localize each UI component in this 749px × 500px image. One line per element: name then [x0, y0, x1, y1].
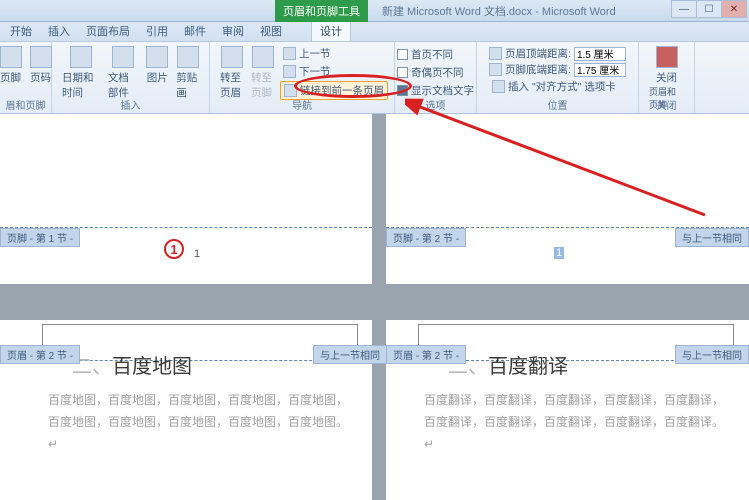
section-tag-header-left: 页眉 - 第 2 节 - — [0, 345, 80, 364]
quick-parts-button[interactable]: 文档部件 — [104, 44, 142, 102]
header-distance-input[interactable] — [574, 47, 626, 61]
group-close-label: 关闭 — [639, 97, 694, 112]
tab-home[interactable]: 开始 — [2, 21, 40, 41]
document-title: 新建 Microsoft Word 文档.docx - Microsoft Wo… — [382, 3, 616, 19]
minimize-button[interactable]: — — [671, 0, 697, 18]
parts-icon — [112, 46, 134, 68]
ribbon-tabs: 开始 插入 页面布局 引用 邮件 审阅 视图 设计 — [0, 22, 749, 42]
tab-page-layout[interactable]: 页面布局 — [78, 21, 138, 41]
section-tag-header-right: 页眉 - 第 2 节 - — [386, 345, 466, 364]
tab-insert[interactable]: 插入 — [40, 21, 78, 41]
footer-button[interactable]: 页脚 — [0, 44, 26, 87]
page-number-button[interactable]: 页码 — [26, 44, 56, 87]
group-options-label: 选项 — [395, 97, 476, 112]
page-number-1: 1 — [194, 248, 200, 260]
group-position-label: 位置 — [477, 97, 638, 112]
calendar-icon — [70, 46, 92, 68]
clipart-icon — [177, 46, 199, 68]
ruler-top-icon — [489, 47, 502, 60]
goto-header-button[interactable]: 转至页眉 — [216, 44, 247, 102]
ribbon: 页脚 页码 眉和页脚 日期和时间 文档部件 图片 — [0, 42, 749, 114]
link-icon — [284, 84, 297, 97]
maximize-button[interactable]: ☐ — [696, 0, 722, 18]
ruler-bottom-icon — [489, 63, 502, 76]
same-as-previous-tag-left: 与上一节相同 — [313, 345, 387, 364]
section-tag-footer-2: 页脚 - 第 2 节 - — [386, 228, 466, 247]
close-window-button[interactable]: ✕ — [721, 0, 747, 18]
same-as-previous-tag-right: 与上一节相同 — [675, 345, 749, 364]
insert-alignment-tab-button[interactable]: 插入 "对齐方式" 选项卡 — [489, 78, 619, 95]
tab-mailings[interactable]: 邮件 — [176, 21, 214, 41]
group-header-footer-label: 眉和页脚 — [0, 97, 51, 112]
body-text-right: 百度翻译，百度翻译，百度翻译，百度翻译，百度翻译，百度翻译，百度翻译，百度翻译，… — [424, 389, 724, 455]
footer-icon — [0, 46, 22, 68]
page-number-2[interactable]: 1 — [554, 247, 564, 259]
picture-button[interactable]: 图片 — [142, 44, 172, 102]
annotation-step-1: 1 — [164, 239, 184, 259]
tab-view[interactable]: 视图 — [252, 21, 290, 41]
goto-footer-button[interactable]: 转至页脚 — [247, 44, 278, 102]
context-tools-tab[interactable]: 页眉和页脚工具 — [275, 0, 368, 22]
picture-icon — [146, 46, 168, 68]
arrow-up-icon — [283, 47, 296, 60]
tab-icon — [492, 80, 505, 93]
tab-references[interactable]: 引用 — [138, 21, 176, 41]
close-icon — [656, 46, 678, 68]
goto-footer-icon — [252, 46, 274, 68]
page-number-icon — [30, 46, 52, 68]
same-as-previous-tag-1: 与上一节相同 — [675, 228, 749, 247]
different-first-page-checkbox[interactable]: 首页不同 — [394, 46, 456, 63]
different-odd-even-checkbox[interactable]: 奇偶页不同 — [394, 64, 467, 81]
previous-section-button[interactable]: 上一节 — [280, 45, 334, 62]
tab-review[interactable]: 审阅 — [214, 21, 252, 41]
arrow-down-icon — [283, 65, 296, 78]
body-text-left: 百度地图，百度地图，百度地图，百度地图，百度地图，百度地图，百度地图，百度地图，… — [48, 389, 348, 455]
group-navigation-label: 导航 — [210, 97, 394, 112]
footer-distance-input[interactable] — [574, 63, 626, 77]
header-from-top-field[interactable]: 页眉顶端距离: — [489, 46, 626, 61]
group-insert-label: 插入 — [52, 97, 209, 112]
section-tag-footer-1: 页脚 - 第 1 节 - — [0, 228, 80, 247]
clipart-button[interactable]: 剪贴画 — [172, 44, 203, 102]
document-canvas[interactable]: 页脚 - 第 1 节 - 1 页脚 - 第 2 节 - 与上一节相同 1 页眉 … — [0, 114, 749, 500]
goto-header-icon — [221, 46, 243, 68]
date-time-button[interactable]: 日期和时间 — [58, 44, 104, 102]
footer-from-bottom-field[interactable]: 页脚底端距离: — [489, 62, 626, 77]
heading-left: 二、百度地图 — [72, 350, 192, 379]
tab-design[interactable]: 设计 — [311, 20, 351, 41]
next-section-button[interactable]: 下一节 — [280, 63, 334, 80]
